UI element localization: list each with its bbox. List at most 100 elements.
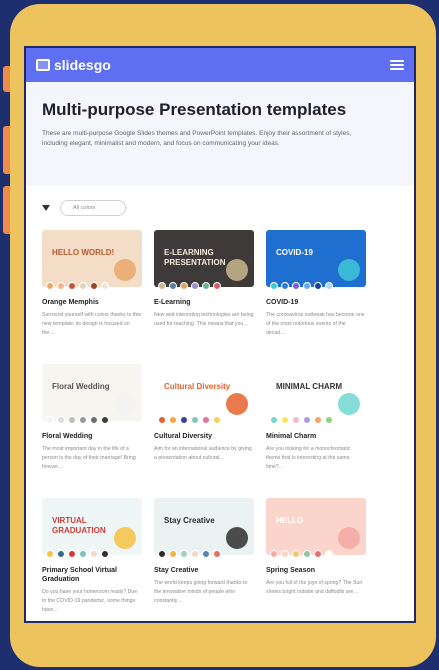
color-palette (42, 416, 142, 426)
filter-bar: All colors (26, 186, 414, 230)
palette-swatch (325, 282, 333, 290)
top-navbar: slidesgo (26, 48, 414, 82)
thumbnail-decoration (338, 259, 360, 281)
template-title[interactable]: Orange Memphis (42, 298, 142, 307)
palette-swatch (57, 550, 65, 558)
palette-swatch (281, 550, 289, 558)
palette-swatch (303, 550, 311, 558)
thumbnail-title: Stay Creative (164, 516, 215, 525)
thumbnail-title: Cultural Diversity (164, 382, 231, 391)
palette-swatch (180, 416, 188, 424)
color-palette (42, 282, 142, 292)
brand-logo[interactable]: slidesgo (36, 57, 111, 73)
template-title[interactable]: Cultural Diversity (154, 432, 254, 441)
template-description: Aim for an international audience by giv… (154, 446, 252, 461)
palette-swatch (169, 550, 177, 558)
template-thumbnail[interactable]: E-LEARNING PRESENTATION (154, 230, 254, 287)
palette-swatch (303, 416, 311, 424)
palette-swatch (79, 416, 87, 424)
palette-swatch (213, 550, 221, 558)
template-title[interactable]: Primary School Virtual Graduation (42, 566, 142, 584)
template-card[interactable]: VIRTUAL GRADUATION Primary School Virtual… (42, 498, 142, 621)
palette-swatch (46, 550, 54, 558)
template-thumbnail[interactable]: Stay Creative (154, 498, 254, 555)
template-description: Surround yourself with colors thanks to … (42, 312, 141, 336)
template-description: Are you full of the joys of spring? The … (266, 580, 363, 595)
thumbnail-decoration (226, 527, 248, 549)
thumbnail-decoration (226, 259, 248, 281)
palette-swatch (270, 282, 278, 290)
template-card[interactable]: Stay Creative Stay Creative The world keep… (154, 498, 254, 621)
template-title[interactable]: Minimal Charm (266, 432, 366, 441)
palette-swatch (158, 416, 166, 424)
palette-swatch (46, 416, 54, 424)
template-card[interactable]: Cultural Diversity Cultural Diversity Aim … (154, 364, 254, 498)
template-card[interactable]: MINIMAL CHARM Minimal Charm Are you lookin… (266, 364, 366, 498)
palette-swatch (68, 416, 76, 424)
template-description: New and interesting technologies are bei… (154, 312, 254, 327)
thumbnail-title: MINIMAL CHARM (276, 382, 343, 391)
browser-screen: slidesgo Multi-purpose Presentation temp… (24, 46, 416, 623)
palette-swatch (281, 416, 289, 424)
palette-swatch (191, 416, 199, 424)
thumbnail-decoration (338, 393, 360, 415)
template-thumbnail[interactable]: Floral Wedding (42, 364, 142, 421)
template-thumbnail[interactable]: HELLO (266, 498, 366, 555)
palette-swatch (158, 282, 166, 290)
template-thumbnail[interactable]: Cultural Diversity (154, 364, 254, 421)
palette-swatch (68, 282, 76, 290)
template-description: The most important day in the life of a … (42, 446, 136, 470)
template-grid: HELLO WORLD! Orange Memphis Surround yours… (26, 230, 414, 621)
hamburger-menu-icon[interactable] (390, 60, 404, 70)
thumbnail-title: HELLO WORLD! (52, 248, 115, 257)
palette-swatch (101, 416, 109, 424)
template-title[interactable]: Stay Creative (154, 566, 254, 575)
palette-swatch (101, 282, 109, 290)
color-palette (42, 550, 142, 560)
palette-swatch (169, 282, 177, 290)
thumbnail-title: COVID-19 (276, 248, 313, 257)
template-title[interactable]: Spring Season (266, 566, 366, 575)
palette-swatch (314, 416, 322, 424)
template-card[interactable]: HELLO WORLD! Orange Memphis Surround yours… (42, 230, 142, 364)
template-card[interactable]: Floral Wedding Floral Wedding The most imp… (42, 364, 142, 498)
thumbnail-decoration (338, 527, 360, 549)
palette-swatch (202, 416, 210, 424)
palette-swatch (169, 416, 177, 424)
template-title[interactable]: COVID-19 (266, 298, 366, 307)
palette-swatch (158, 550, 166, 558)
template-thumbnail[interactable]: MINIMAL CHARM (266, 364, 366, 421)
template-title[interactable]: E-Learning (154, 298, 254, 307)
palette-swatch (292, 416, 300, 424)
template-title[interactable]: Floral Wedding (42, 432, 142, 441)
slides-logo-icon (36, 59, 50, 71)
palette-swatch (46, 282, 54, 290)
template-thumbnail[interactable]: COVID-19 (266, 230, 366, 287)
palette-swatch (101, 550, 109, 558)
thumbnail-decoration (114, 393, 136, 415)
color-filter-dropdown[interactable]: All colors (60, 200, 126, 216)
page-header: Multi-purpose Presentation templates The… (26, 82, 414, 186)
template-thumbnail[interactable]: HELLO WORLD! (42, 230, 142, 287)
template-description: The coronavirus outbreak has become one … (266, 312, 365, 336)
color-filter-label: All colors (73, 205, 96, 211)
template-card[interactable]: HELLO Spring Season Are you full of the jo… (266, 498, 366, 621)
template-card[interactable]: COVID-19 COVID-19 The coronavirus outbreak… (266, 230, 366, 364)
palette-swatch (292, 550, 300, 558)
palette-swatch (325, 550, 333, 558)
palette-swatch (314, 282, 322, 290)
palette-swatch (79, 550, 87, 558)
palette-swatch (202, 282, 210, 290)
color-palette (154, 416, 254, 426)
template-thumbnail[interactable]: VIRTUAL GRADUATION (42, 498, 142, 555)
thumbnail-decoration (114, 259, 136, 281)
filter-icon[interactable] (42, 205, 50, 211)
thumbnail-decoration (226, 393, 248, 415)
palette-swatch (191, 550, 199, 558)
palette-swatch (79, 282, 87, 290)
page-description: These are multi-purpose Google Slides th… (42, 130, 352, 147)
palette-swatch (202, 550, 210, 558)
template-card[interactable]: E-LEARNING PRESENTATION E-Learning New and… (154, 230, 254, 364)
page-title: Multi-purpose Presentation templates (42, 100, 347, 119)
color-palette (154, 550, 254, 560)
